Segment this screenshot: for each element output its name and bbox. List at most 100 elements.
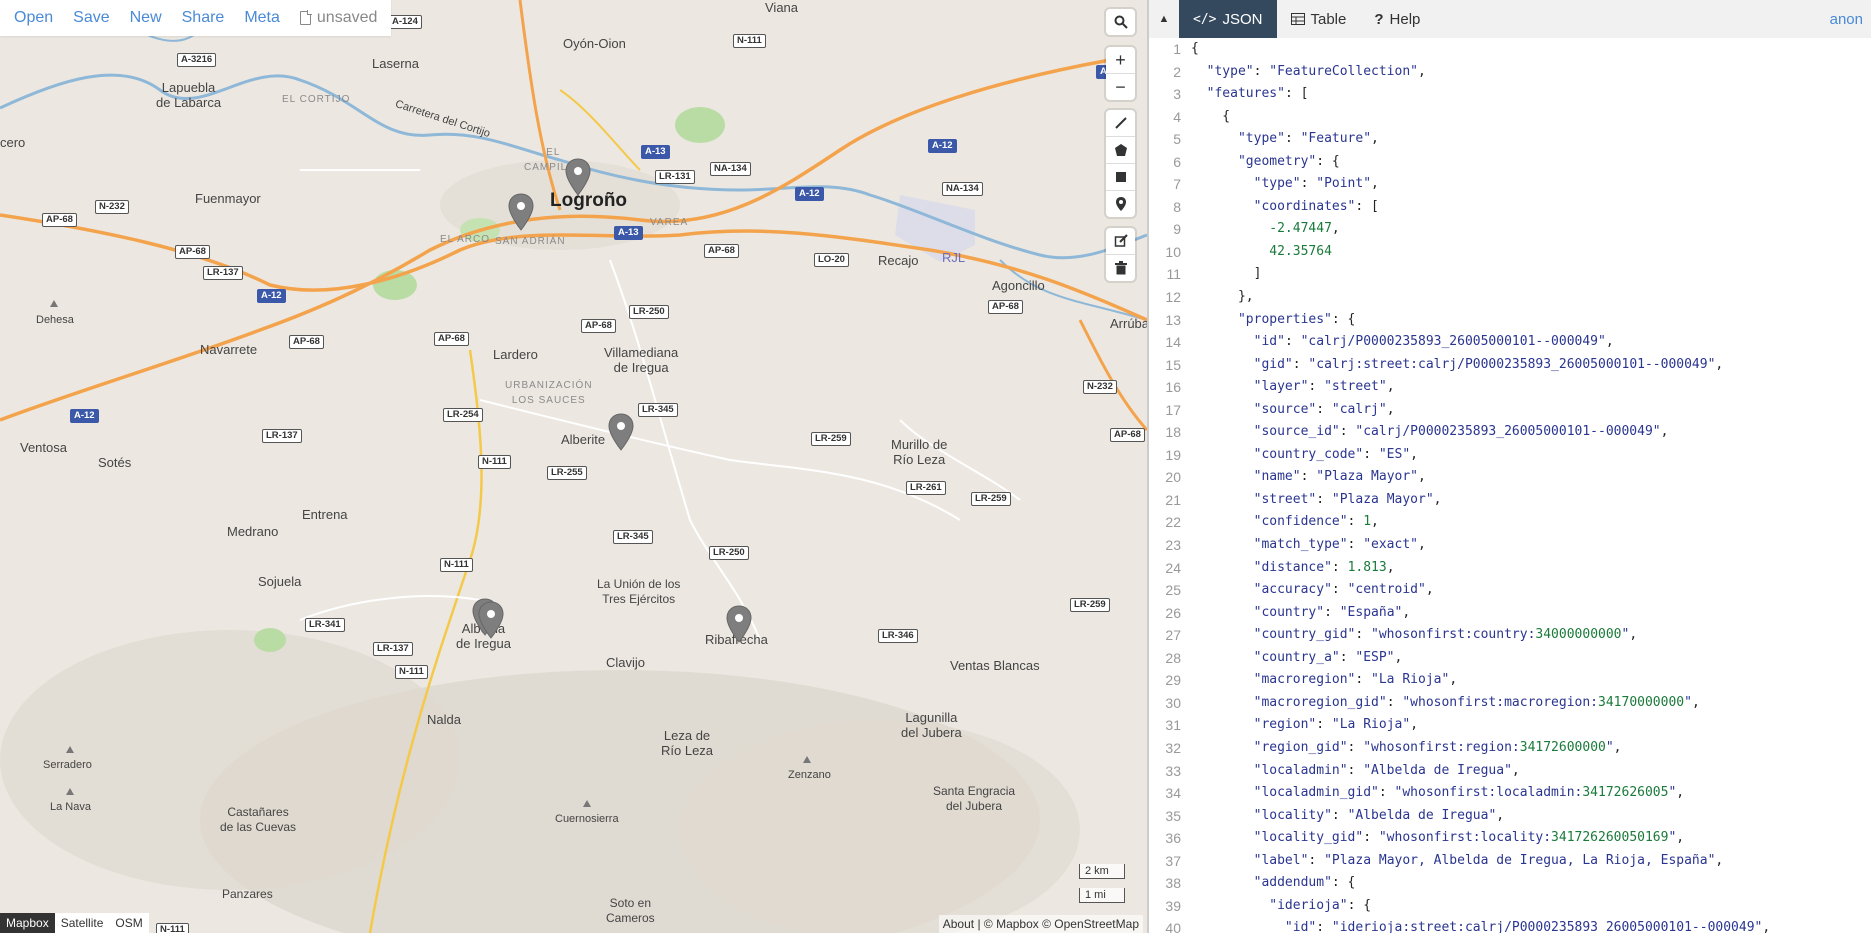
place-label: Sotés (98, 455, 132, 470)
layer-switcher: Mapbox Satellite OSM (0, 913, 149, 933)
code-text: "accuracy": "centroid", (1253, 582, 1434, 598)
road-shield: LO-20 (814, 253, 849, 267)
code-line[interactable]: 26 "country": "España", (1149, 602, 1871, 625)
line-number: 11 (1166, 266, 1181, 283)
code-line[interactable]: 16 "layer": "street", (1149, 376, 1871, 399)
code-line[interactable]: 12 }, (1149, 286, 1871, 309)
zoom-in-button[interactable]: + (1106, 47, 1135, 74)
edit-button[interactable] (1106, 228, 1135, 255)
code-line[interactable]: 14 "id": "calrj/P0000235893_26005000101-… (1149, 331, 1871, 354)
place-label: Entrena (302, 507, 348, 522)
line-number: 22 (1165, 514, 1181, 531)
search-button[interactable] (1106, 9, 1135, 35)
line-number: 15 (1165, 356, 1181, 373)
delete-button[interactable] (1106, 255, 1135, 281)
code-line[interactable]: 21 "street": "Plaza Mayor", (1149, 489, 1871, 512)
map-marker-icon[interactable] (478, 601, 504, 639)
code-line[interactable]: 25 "accuracy": "centroid", (1149, 579, 1871, 602)
code-line[interactable]: 15 "gid": "calrj:street:calrj/P000023589… (1149, 354, 1871, 377)
code-line[interactable]: 10 42.35764 (1149, 241, 1871, 264)
code-line[interactable]: 5 "type": "Feature", (1149, 128, 1871, 151)
code-line[interactable]: 31 "region": "La Rioja", (1149, 714, 1871, 737)
code-line[interactable]: 11 ] (1149, 263, 1871, 286)
code-line[interactable]: 29 "macroregion": "La Rioja", (1149, 669, 1871, 692)
code-text: "locality": "Albelda de Iregua", (1253, 807, 1505, 823)
code-line[interactable]: 7 "type": "Point", (1149, 173, 1871, 196)
map-marker-icon[interactable] (608, 413, 634, 451)
code-line[interactable]: 38 "addendum": { (1149, 872, 1871, 895)
layer-osm[interactable]: OSM (109, 913, 149, 933)
code-line[interactable]: 40 "id": "iderioja:street:calrj/P0000235… (1149, 917, 1871, 933)
road-shield: LR-137 (203, 266, 243, 280)
code-line[interactable]: 39 "iderioja": { (1149, 895, 1871, 918)
place-label: cero (0, 135, 26, 150)
new-button[interactable]: New (120, 9, 172, 27)
code-line[interactable]: 4 { (1149, 106, 1871, 129)
road-shield: LR-259 (1070, 598, 1110, 612)
code-line[interactable]: 13 "properties": { (1149, 309, 1871, 332)
user-link[interactable]: anon (1830, 0, 1863, 38)
code-line[interactable]: 20 "name": "Plaza Mayor", (1149, 466, 1871, 489)
line-number: 10 (1165, 243, 1181, 260)
road-shield: LR-259 (811, 432, 851, 446)
zoom-out-button[interactable]: − (1106, 74, 1135, 100)
code-text: "gid": "calrj:street:calrj/P0000235893_2… (1253, 356, 1724, 372)
layer-satellite[interactable]: Satellite (54, 913, 110, 933)
draw-polygon-button[interactable] (1106, 137, 1135, 164)
draw-rectangle-button[interactable] (1106, 164, 1135, 191)
code-line[interactable]: 30 "macroregion_gid": "whosonfirst:macro… (1149, 692, 1871, 715)
code-text: "confidence": 1, (1253, 514, 1379, 530)
draw-line-button[interactable] (1106, 110, 1135, 137)
open-button[interactable]: Open (4, 9, 63, 27)
code-line[interactable]: 35 "locality": "Albelda de Iregua", (1149, 805, 1871, 828)
map-view[interactable]: Viana Oyón-Oion Laserna Lapuebla de Laba… (0, 0, 1147, 933)
tab-json[interactable]: </> JSON (1179, 0, 1277, 38)
share-button[interactable]: Share (172, 9, 235, 27)
road-shield: A-13 (641, 145, 670, 159)
code-line[interactable]: 1{ (1149, 38, 1871, 61)
line-number: 35 (1165, 807, 1181, 824)
code-line[interactable]: 32 "region_gid": "whosonfirst:region:341… (1149, 737, 1871, 760)
json-editor[interactable]: 1{2 "type": "FeatureCollection", 3 "featu… (1149, 38, 1871, 933)
tab-table[interactable]: Table (1277, 0, 1361, 38)
map-marker-icon[interactable] (508, 193, 534, 231)
code-text: { (1191, 108, 1231, 124)
line-number: 26 (1165, 604, 1181, 621)
line-number: 24 (1165, 559, 1181, 576)
map-attribution[interactable]: About | © Mapbox © OpenStreetMap (938, 915, 1143, 933)
code-text: "region": "La Rioja", (1253, 717, 1419, 733)
code-line[interactable]: 36 "locality_gid": "whosonfirst:locality… (1149, 827, 1871, 850)
code-line[interactable]: 33 "localadmin": "Albelda de Iregua", (1149, 760, 1871, 783)
code-line[interactable]: 22 "confidence": 1, (1149, 511, 1871, 534)
place-label: Leza de Río Leza (661, 728, 714, 758)
airport-label: RJL (942, 250, 966, 265)
code-line[interactable]: 23 "match_type": "exact", (1149, 534, 1871, 557)
save-button[interactable]: Save (63, 9, 119, 27)
tab-help[interactable]: ? Help (1360, 0, 1434, 38)
code-line[interactable]: 37 "label": "Plaza Mayor, Albelda de Ire… (1149, 850, 1871, 873)
code-line[interactable]: 6 "geometry": { (1149, 151, 1871, 174)
code-line[interactable]: 2 "type": "FeatureCollection", (1149, 61, 1871, 84)
code-line[interactable]: 3 "features": [ (1149, 83, 1871, 106)
code-line[interactable]: 19 "country_code": "ES", (1149, 444, 1871, 467)
collapse-panel-button[interactable]: ▲ (1149, 0, 1179, 38)
code-line[interactable]: 8 "coordinates": [ (1149, 196, 1871, 219)
draw-marker-button[interactable] (1106, 191, 1135, 217)
code-line[interactable]: 34 "localadmin_gid": "whosonfirst:locala… (1149, 782, 1871, 805)
code-line[interactable]: 27 "country_gid": "whosonfirst:country:3… (1149, 624, 1871, 647)
map-marker-icon[interactable] (726, 605, 752, 643)
code-line[interactable]: 9 -2.47447, (1149, 218, 1871, 241)
meta-button[interactable]: Meta (234, 9, 290, 27)
road-shield: AP-68 (581, 319, 616, 333)
line-number: 17 (1165, 401, 1181, 418)
code-text: "country_gid": "whosonfirst:country:3400… (1253, 627, 1638, 643)
code-line[interactable]: 17 "source": "calrj", (1149, 399, 1871, 422)
code-text: "type": "Feature", (1237, 131, 1379, 147)
code-line[interactable]: 18 "source_id": "calrj/P0000235893_26005… (1149, 421, 1871, 444)
search-icon (1114, 15, 1128, 29)
layer-mapbox[interactable]: Mapbox (0, 913, 55, 933)
code-line[interactable]: 24 "distance": 1.813, (1149, 557, 1871, 580)
road-shield: AP-68 (42, 213, 77, 227)
map-marker-icon[interactable] (565, 158, 591, 196)
code-line[interactable]: 28 "country_a": "ESP", (1149, 647, 1871, 670)
